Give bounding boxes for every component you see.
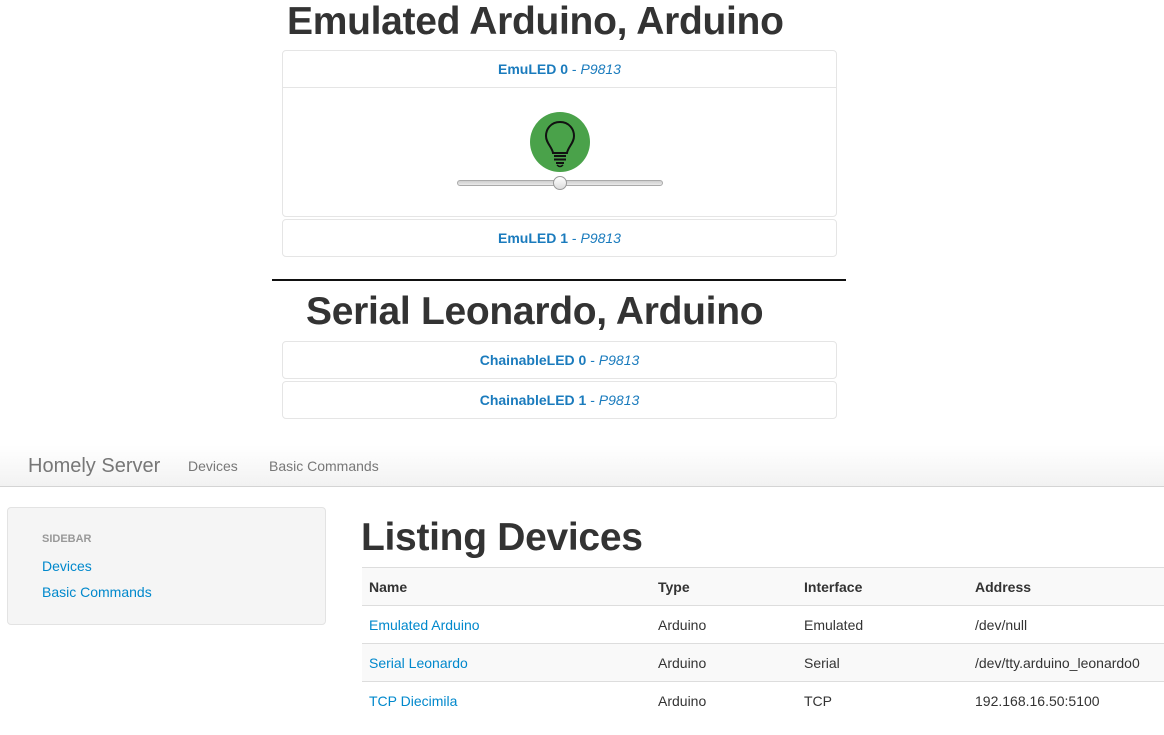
cell-interface: Serial [797,643,968,682]
slider-handle[interactable] [553,176,567,190]
navbar: Homely Server Devices Basic Commands [0,445,1164,487]
component-type: P9813 [580,230,621,246]
cell-name: TCP Diecimila [362,681,651,719]
sidebar-link-devices[interactable]: Devices [42,558,92,574]
accordion-toggle-emuled-0[interactable]: EmuLED 0 - P9813 [283,51,836,87]
cell-address: /dev/tty.arduino_leonardo0 [968,643,1164,682]
accordion-toggle-chainableled-1[interactable]: ChainableLED 1 - P9813 [283,382,836,418]
column-header-type: Type [651,567,797,606]
devices-table: Name Type Interface Address Emulated Ard… [362,567,1164,719]
component-name: EmuLED 1 [498,230,569,246]
section-divider [272,279,846,281]
cell-type: Arduino [651,681,797,719]
device-section-title: Serial Leonardo, Arduino [306,290,764,333]
column-header-interface: Interface [797,567,968,606]
component-type: P9813 [598,352,640,368]
column-header-address: Address [968,567,1164,606]
column-header-name: Name [362,567,651,606]
accordion-toggle-emuled-1[interactable]: EmuLED 1 - P9813 [283,220,836,256]
brand-link[interactable]: Homely Server [28,455,160,478]
table-row: Emulated Arduino Arduino Emulated /dev/n… [362,605,1164,644]
separator: - [568,61,581,77]
component-name: ChainableLED 0 [479,352,587,368]
table-row: TCP Diecimila Arduino TCP 192.168.16.50:… [362,681,1164,719]
component-type: P9813 [598,392,640,408]
nav-link-devices[interactable]: Devices [188,458,238,474]
cell-address: 192.168.16.50:5100 [968,681,1164,719]
sidebar: SIDEBAR Devices Basic Commands [7,507,326,625]
accordion-item-emuled-1: EmuLED 1 - P9813 [282,219,837,257]
separator: - [586,392,599,408]
cell-type: Arduino [651,643,797,682]
device-link[interactable]: Serial Leonardo [369,655,468,671]
device-section-title: Emulated Arduino, Arduino [287,0,784,43]
accordion-body [283,87,836,216]
cell-address: /dev/null [968,605,1164,644]
table-row: Serial Leonardo Arduino Serial /dev/tty.… [362,643,1164,682]
accordion-item-chainableled-0: ChainableLED 0 - P9813 [282,341,837,379]
page-title: Listing Devices [361,516,643,559]
separator: - [568,230,581,246]
accordion-item-emuled-0: EmuLED 0 - P9813 [282,50,837,217]
cell-interface: Emulated [797,605,968,644]
sidebar-header: SIDEBAR [42,533,92,545]
nav-link-basic-commands[interactable]: Basic Commands [269,458,379,474]
cell-type: Arduino [651,605,797,644]
table-header-row: Name Type Interface Address [362,567,1164,606]
sidebar-link-basic-commands[interactable]: Basic Commands [42,584,152,600]
component-type: P9813 [580,61,621,77]
lightbulb-icon[interactable] [530,112,590,172]
accordion-toggle-chainableled-0[interactable]: ChainableLED 0 - P9813 [283,342,836,378]
cell-name: Emulated Arduino [362,605,651,644]
device-link[interactable]: Emulated Arduino [369,617,480,633]
component-name: ChainableLED 1 [479,392,587,408]
cell-name: Serial Leonardo [362,643,651,682]
cell-interface: TCP [797,681,968,719]
separator: - [586,352,599,368]
accordion-item-chainableled-1: ChainableLED 1 - P9813 [282,381,837,419]
device-link[interactable]: TCP Diecimila [369,693,457,709]
component-name: EmuLED 0 [498,61,569,77]
